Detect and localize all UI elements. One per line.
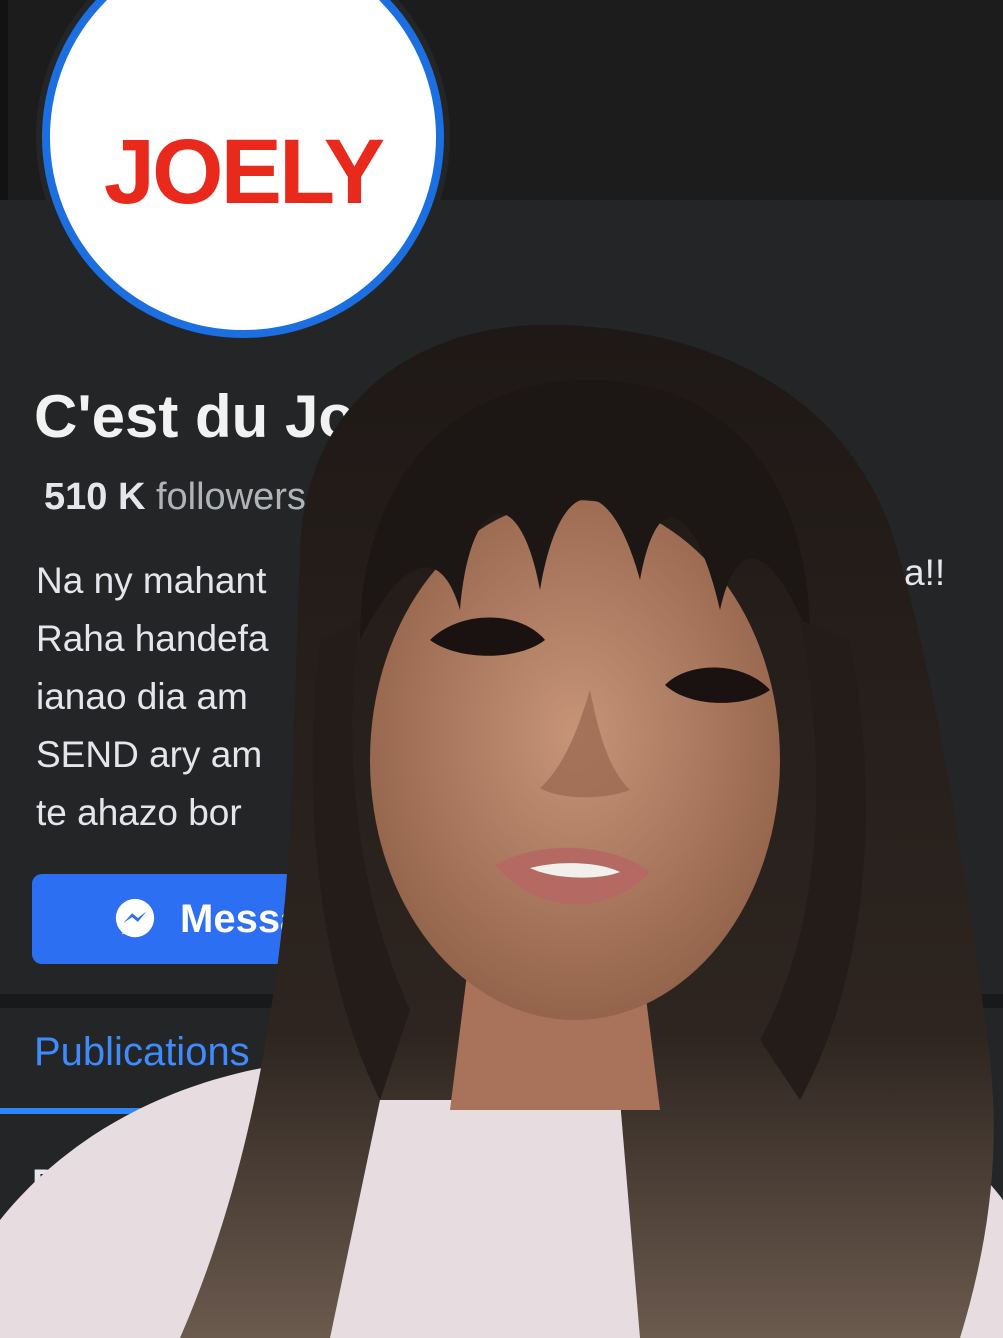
profile-avatar[interactable]: JOELY: [42, 0, 444, 338]
hair-bangs: [360, 380, 810, 640]
followers-label: followers: [155, 476, 306, 518]
neck: [450, 950, 660, 1110]
hair-left: [312, 620, 410, 1100]
hair-right: [760, 620, 866, 1100]
right-eye: [665, 667, 770, 703]
message-button[interactable]: Messa: [32, 874, 632, 964]
section-divider: [0, 994, 1003, 1008]
message-button-label: Messa: [180, 896, 303, 941]
bio-line-end: a!!: [904, 552, 946, 593]
shirt: [0, 1060, 1003, 1338]
cover-edge: [0, 0, 8, 200]
page-name: C'est du Joel: [34, 383, 406, 450]
info-icon: i: [30, 1230, 74, 1274]
bio-line: Raha handefa: [36, 618, 269, 659]
page-bio: Na ny mahant Raha handefa ianao dia am S…: [36, 552, 268, 842]
avatar-logo-text: JOELY: [103, 120, 385, 223]
bio-line: ianao dia am: [36, 676, 248, 717]
nose: [540, 690, 630, 798]
left-eye: [430, 617, 545, 656]
bio-line: Na ny mahant: [36, 560, 267, 601]
tab-publications[interactable]: Publications: [34, 1030, 250, 1075]
messenger-icon: [115, 898, 155, 938]
followers-count[interactable]: 510 K followers: [44, 476, 306, 519]
active-tab-indicator: [0, 1108, 300, 1114]
section-heading: Dé: [32, 1162, 84, 1206]
followers-number: 510 K: [44, 476, 146, 518]
bio-line: te ahazo bor: [36, 792, 242, 833]
bio-line: SEND ary am: [36, 734, 263, 775]
